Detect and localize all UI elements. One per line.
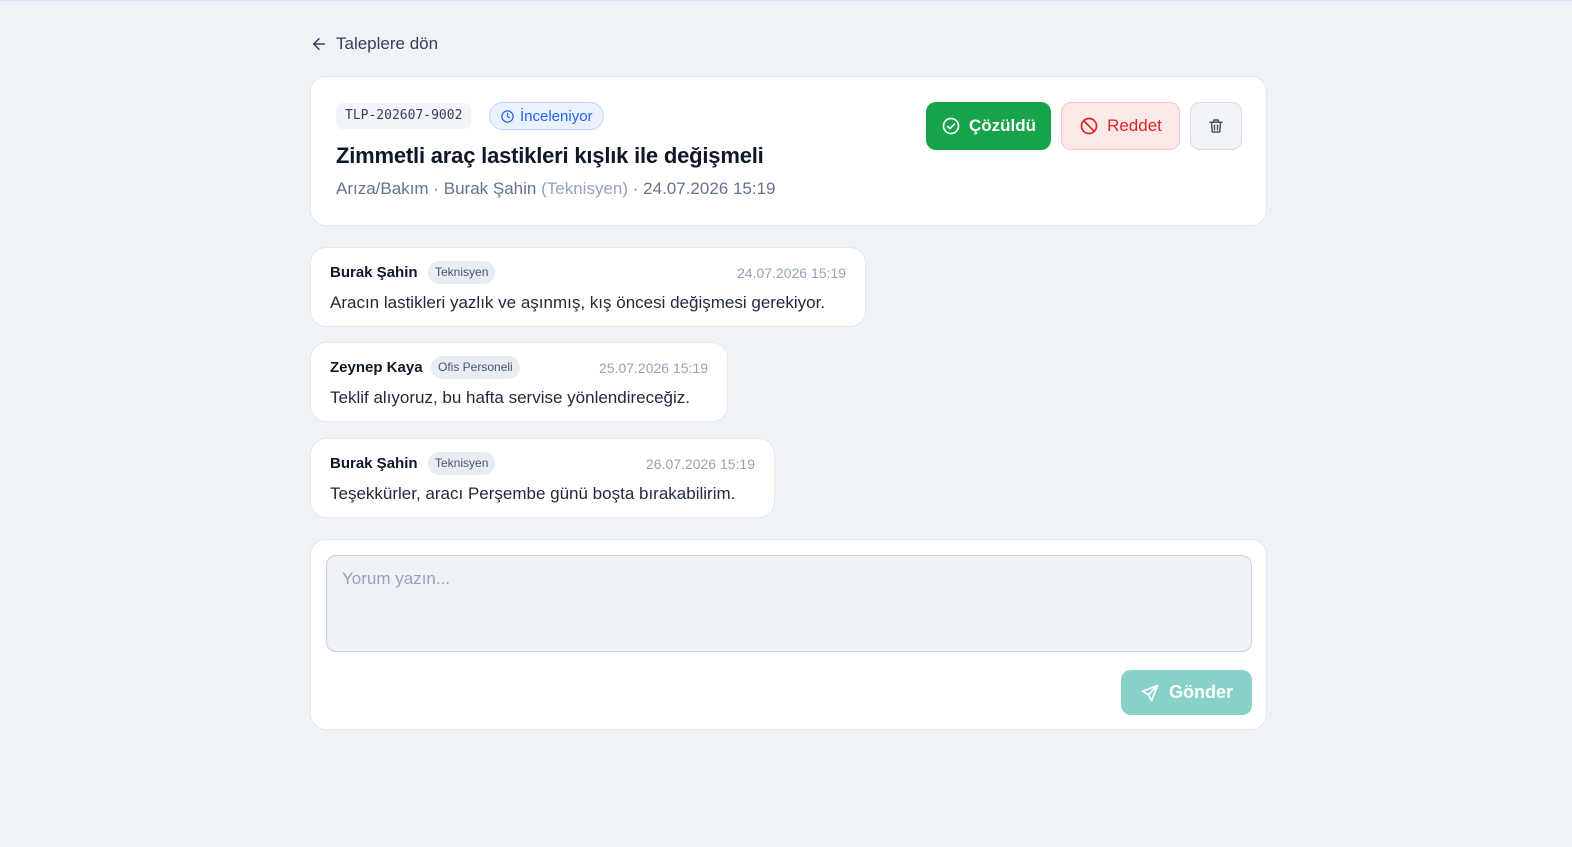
ticket-requester: Burak Şahin: [443, 179, 537, 198]
trash-icon: [1209, 119, 1223, 133]
ticket-meta: Arıza/Bakım · Burak Şahin (Teknisyen) · …: [336, 179, 776, 199]
comment-item: Zeynep Kaya Ofis Personeli 25.07.2026 15…: [310, 342, 728, 422]
send-icon: [1141, 684, 1159, 701]
back-link-label: Taleplere dön: [336, 34, 439, 53]
check-circle-icon: [942, 117, 960, 135]
reject-button[interactable]: Reddet: [1061, 102, 1180, 150]
ticket-id-badge: TLP-202607-9002: [336, 103, 472, 129]
comment-item: Burak Şahin Teknisyen 26.07.2026 15:19 T…: [310, 438, 775, 518]
ticket-category: Arıza/Bakım: [336, 179, 429, 198]
status-label: İnceleniyor: [520, 107, 593, 125]
delete-button[interactable]: [1190, 102, 1242, 150]
comment-text: Teklif alıyoruz, bu hafta servise yönlen…: [330, 388, 691, 407]
ticket-requester-role: (Teknisyen): [541, 179, 629, 198]
comment-role-badge: Teknisyen: [428, 261, 496, 284]
back-to-tickets-link[interactable]: Taleplere dön: [310, 32, 438, 56]
status-badge: İnceleniyor: [489, 102, 604, 130]
comment-composer: Gönder: [310, 539, 1267, 730]
ticket-title: Zimmetli araç lastikleri kışlık ile deği…: [336, 143, 764, 168]
ticket-created-at: 24.07.2026 15:19: [643, 179, 776, 198]
clock-icon: [501, 109, 514, 123]
meta-separator: ·: [433, 179, 439, 198]
comment-text: Teşekkürler, aracı Perşembe günü boşta b…: [330, 484, 736, 503]
comment-text: Aracın lastikleri yazlık ve aşınmış, kış…: [330, 293, 826, 312]
comment-role-badge: Ofis Personeli: [431, 356, 520, 379]
comment-author: Burak Şahin: [330, 264, 418, 281]
send-label: Gönder: [1168, 682, 1233, 702]
resolve-label: Çözüldü: [968, 116, 1037, 135]
ban-icon: [1080, 117, 1098, 135]
reject-label: Reddet: [1107, 116, 1162, 135]
comment-role-badge: Teknisyen: [428, 452, 496, 475]
comment-time: 26.07.2026 15:19: [646, 456, 755, 472]
top-border: [0, 0, 1572, 1]
resolve-button[interactable]: Çözüldü: [926, 102, 1051, 150]
comment-item: Burak Şahin Teknisyen 24.07.2026 15:19 A…: [310, 247, 866, 327]
comment-input[interactable]: [326, 555, 1252, 652]
meta-separator: ·: [632, 179, 639, 198]
comment-author: Zeynep Kaya: [330, 359, 423, 376]
comment-time: 25.07.2026 15:19: [599, 360, 708, 376]
arrow-left-icon: [313, 38, 325, 50]
comment-time: 24.07.2026 15:19: [737, 265, 846, 281]
ticket-header-card: TLP-202607-9002 İnceleniyor Zimmetli ara…: [310, 76, 1267, 226]
send-button[interactable]: Gönder: [1121, 670, 1252, 715]
comment-author: Burak Şahin: [330, 455, 418, 472]
